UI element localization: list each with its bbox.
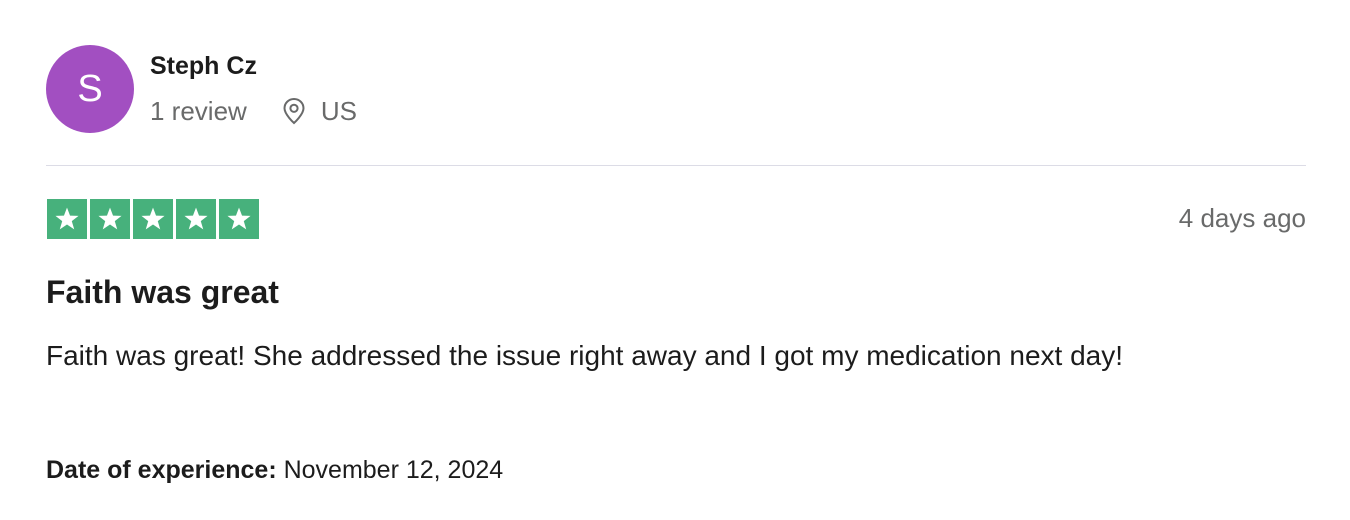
star-icon — [176, 199, 216, 239]
star-rating — [47, 199, 259, 239]
date-of-experience-label: Date of experience: — [46, 456, 277, 484]
consumer-location: US — [281, 96, 357, 127]
location-pin-icon — [281, 97, 307, 125]
divider — [46, 165, 1306, 166]
star-icon — [90, 199, 130, 239]
avatar[interactable]: S — [46, 45, 134, 133]
review-body: Faith was great! She addressed the issue… — [46, 340, 1124, 371]
review-count: 1 review — [150, 95, 247, 126]
review-card: S Steph Cz 1 review US 4 days ago Faith … — [46, 0, 1306, 520]
country-code: US — [320, 95, 357, 126]
star-icon — [133, 199, 173, 239]
review-title[interactable]: Faith was great — [46, 274, 279, 311]
avatar-initial: S — [77, 67, 103, 110]
date-of-experience-value: November 12, 2024 — [283, 456, 504, 484]
date-of-experience: Date of experience: November 12, 2024 — [46, 456, 503, 485]
consumer-meta: 1 review US — [150, 95, 357, 127]
consumer-name-link[interactable]: Steph Cz — [150, 52, 257, 81]
star-icon — [47, 199, 87, 239]
star-icon — [219, 199, 259, 239]
review-date: 4 days ago — [1178, 203, 1306, 233]
